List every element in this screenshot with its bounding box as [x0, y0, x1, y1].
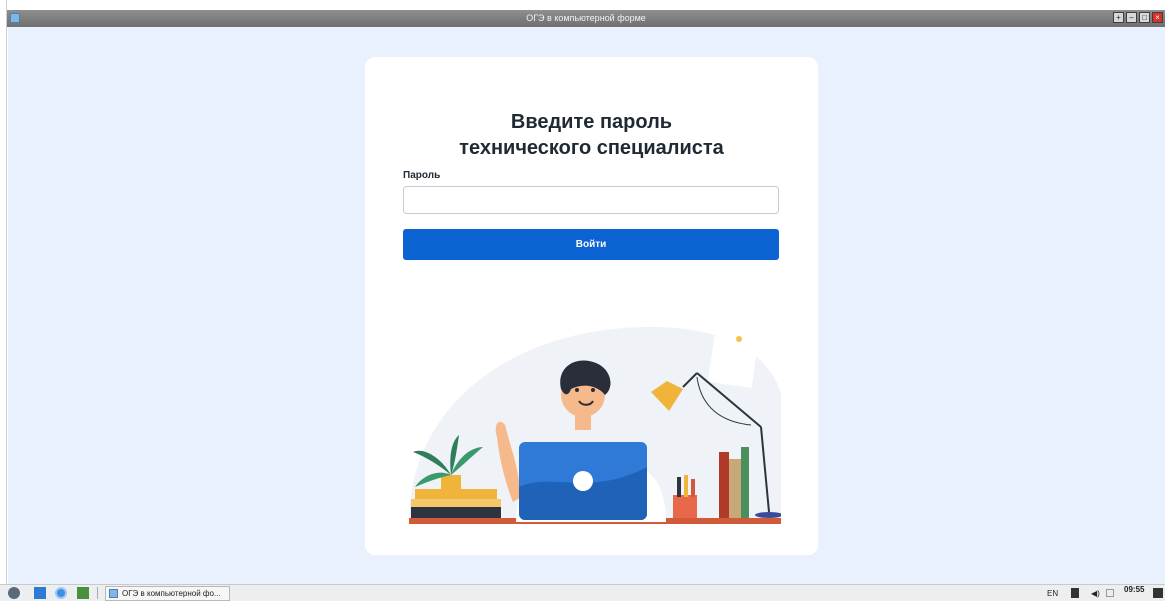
taskbar: ОГЭ в компьютерной фо... EN ◀) 09:55	[0, 584, 1165, 601]
window-titlebar[interactable]: ОГЭ в компьютерной форме + – □ ×	[7, 10, 1165, 27]
file-manager-icon[interactable]	[34, 587, 46, 599]
window-task-icon	[109, 589, 118, 598]
laptop-icon	[519, 442, 647, 520]
login-card: Введите пароль технического специалиста …	[365, 57, 818, 555]
plus-icon[interactable]: +	[1113, 12, 1124, 23]
taskbar-window-label: ОГЭ в компьютерной фо...	[122, 589, 221, 598]
taskbar-separator	[97, 587, 98, 599]
window-controls: + – □ ×	[1113, 12, 1163, 23]
restore-icon[interactable]: □	[1139, 12, 1150, 23]
battery-icon[interactable]	[1071, 588, 1079, 598]
window-title: ОГЭ в компьютерной форме	[526, 13, 646, 23]
window-left-border	[0, 0, 7, 584]
page-title: Введите пароль технического специалиста	[365, 109, 818, 161]
developer-illustration	[409, 327, 781, 524]
app-content: Введите пароль технического специалиста …	[8, 27, 1165, 584]
password-field[interactable]	[403, 186, 779, 214]
sticky-note-icon	[708, 336, 758, 388]
network-icon[interactable]	[1106, 589, 1114, 597]
volume-icon[interactable]: ◀)	[1091, 587, 1100, 600]
clock[interactable]: 09:55	[1124, 585, 1144, 598]
screen-top-edge	[0, 0, 1165, 10]
terminal-icon[interactable]	[77, 587, 89, 599]
login-button[interactable]: Войти	[403, 229, 779, 260]
notifications-icon[interactable]	[1153, 588, 1163, 598]
page-title-line1: Введите пароль	[510, 111, 673, 133]
app-icon	[10, 13, 20, 23]
keyboard-layout-indicator[interactable]: EN	[1047, 587, 1058, 600]
minimize-icon[interactable]: –	[1126, 12, 1137, 23]
clock-time: 09:55	[1124, 585, 1145, 594]
close-icon[interactable]: ×	[1152, 12, 1163, 23]
browser-icon[interactable]	[55, 587, 67, 599]
page-title-line2: технического специалиста	[459, 137, 724, 159]
start-menu-icon[interactable]	[8, 587, 20, 599]
book-stack-icon	[411, 489, 501, 518]
taskbar-window-button[interactable]: ОГЭ в компьютерной фо...	[105, 586, 230, 601]
password-label: Пароль	[403, 170, 441, 181]
